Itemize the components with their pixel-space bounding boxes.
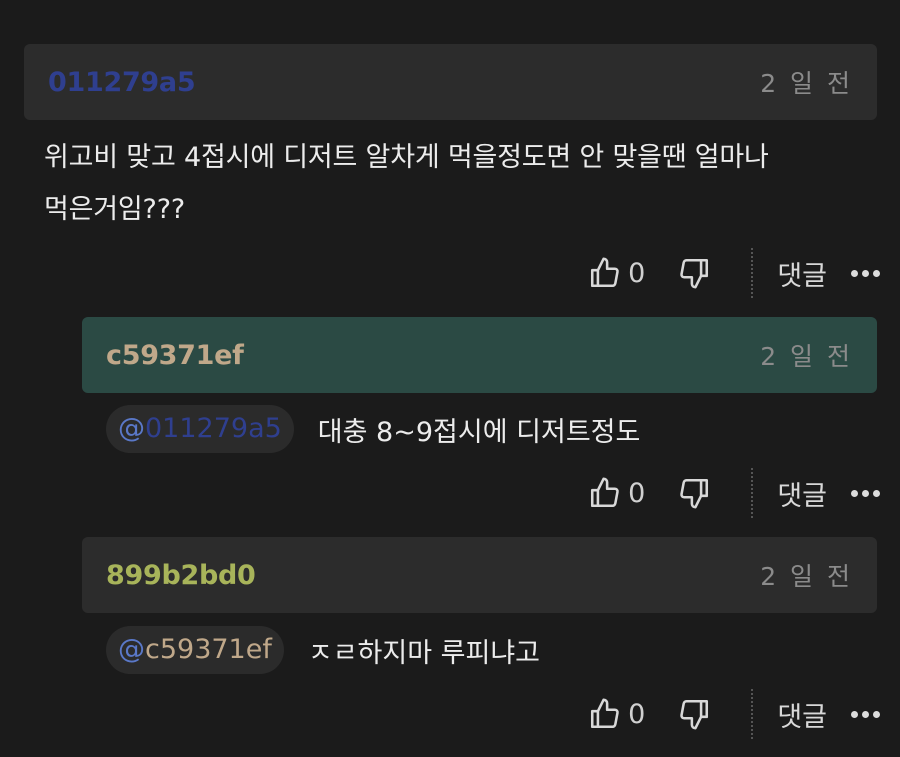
mention-tag[interactable]: @c59371ef	[106, 626, 284, 674]
more-icon[interactable]	[851, 489, 880, 497]
thumbs-up-icon	[591, 257, 619, 288]
comment-time: 2 일 전	[760, 562, 853, 591]
comment-actions: 0 댓글	[588, 468, 880, 518]
reply-row: @011279a5 대충 8~9접시에 디저트정도	[106, 405, 640, 453]
comment-actions: 0 댓글	[588, 689, 880, 739]
thumbs-up-icon	[591, 698, 619, 729]
thumbs-down-icon	[680, 699, 709, 730]
comment-thread: 011279a5 2 일 전 위고비 맞고 4접시에 디저트 알차게 먹을정도면…	[0, 0, 900, 757]
comment-body: 위고비 맞고 4접시에 디저트 알차게 먹을정도면 안 맞을땐 얼마나 먹은거임…	[44, 132, 769, 236]
reply-row: @c59371ef ㅈㄹ하지마 루피냐고	[106, 626, 540, 674]
comment-author[interactable]: c59371ef	[106, 340, 244, 371]
thumbs-down-icon	[680, 478, 709, 509]
like-button[interactable]: 0	[588, 256, 645, 290]
more-icon[interactable]	[851, 710, 880, 718]
thumbs-up-icon	[591, 477, 619, 508]
comment-author[interactable]: 899b2bd0	[106, 560, 256, 591]
comment-header: 011279a5 2 일 전	[24, 44, 877, 120]
like-count: 0	[628, 477, 646, 509]
divider	[751, 468, 754, 518]
mention-tag[interactable]: @011279a5	[106, 405, 294, 453]
divider	[751, 248, 754, 298]
comment-time: 2 일 전	[760, 69, 853, 98]
like-count: 0	[628, 257, 646, 289]
reply-button[interactable]: 댓글	[777, 474, 827, 513]
like-button[interactable]: 0	[588, 697, 645, 731]
like-count: 0	[628, 698, 646, 730]
comment-body: 대충 8~9접시에 디저트정도	[317, 416, 641, 448]
mention-user: c59371ef	[145, 634, 272, 665]
like-button[interactable]: 0	[588, 476, 645, 510]
dislike-button[interactable]	[677, 476, 711, 510]
divider	[751, 689, 754, 739]
thumbs-down-icon	[680, 258, 709, 289]
mention-at: @	[118, 413, 145, 444]
comment-time: 2 일 전	[760, 342, 853, 371]
dislike-button[interactable]	[677, 697, 711, 731]
mention-user: 011279a5	[145, 413, 282, 444]
mention-at: @	[118, 634, 145, 665]
comment-actions: 0 댓글	[588, 248, 880, 298]
comment-header: 899b2bd0 2 일 전	[82, 537, 877, 613]
more-icon[interactable]	[851, 269, 880, 277]
dislike-button[interactable]	[677, 256, 711, 290]
comment-header: c59371ef 2 일 전	[82, 317, 877, 393]
comment-author[interactable]: 011279a5	[48, 67, 196, 98]
reply-button[interactable]: 댓글	[777, 254, 827, 293]
comment-body: ㅈㄹ하지마 루피냐고	[307, 637, 541, 669]
comment-body-line: 위고비 맞고 4접시에 디저트 알차게 먹을정도면 안 맞을땐 얼마나	[44, 142, 769, 173]
comment-body-line: 먹은거임???	[44, 194, 185, 225]
reply-button[interactable]: 댓글	[777, 695, 827, 734]
